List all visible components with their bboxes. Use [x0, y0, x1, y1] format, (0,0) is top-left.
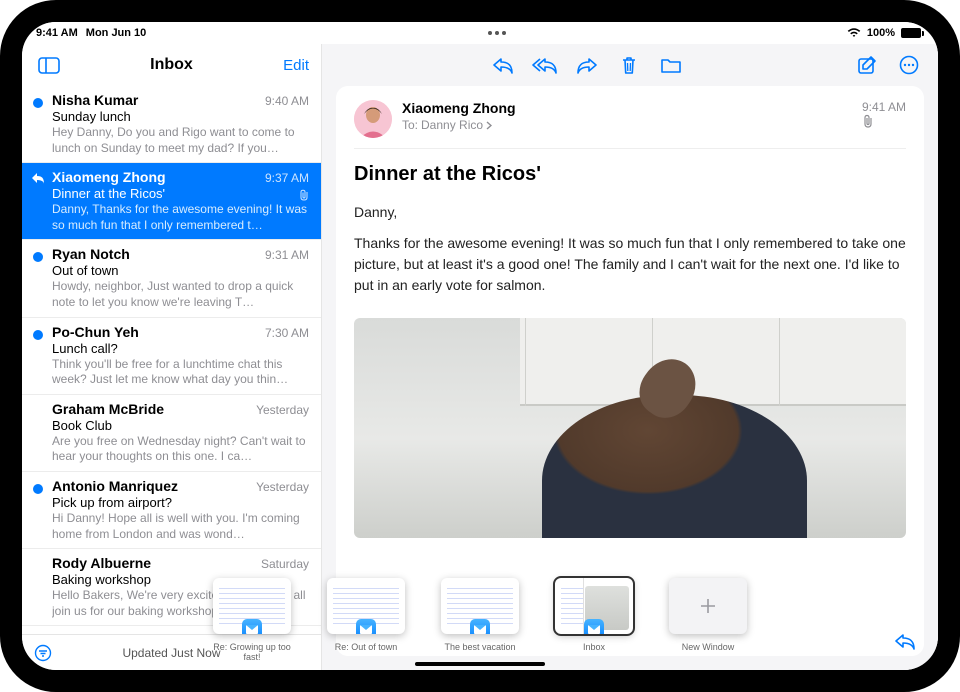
list-preview: Danny, Thanks for the awesome evening! I…: [52, 202, 309, 233]
reply-icon[interactable]: [488, 50, 518, 80]
shelf-item[interactable]: The best vacation: [430, 578, 530, 653]
message-item[interactable]: Graham McBride YesterdayBook ClubAre you …: [22, 395, 321, 472]
main-toolbar: [322, 44, 938, 86]
list-time: 7:30 AM: [265, 326, 309, 340]
to-label: To:: [402, 118, 418, 132]
chevron-right-icon: [486, 121, 492, 130]
recipient-name: Danny Rico: [421, 118, 483, 132]
list-subject: Out of town: [52, 263, 309, 278]
list-time: 9:31 AM: [265, 248, 309, 262]
attachment-icon: [299, 189, 309, 201]
list-preview: Hey Danny, Do you and Rigo want to come …: [52, 125, 309, 156]
sidebar-toggle-icon[interactable]: [34, 50, 64, 80]
battery-percent-label: 100%: [867, 27, 895, 39]
replied-icon: [31, 172, 45, 184]
list-subject: Sunday lunch: [52, 109, 309, 124]
move-folder-icon[interactable]: [656, 50, 686, 80]
unread-dot-icon: [33, 330, 43, 340]
mail-app-icon: [470, 619, 490, 634]
home-indicator[interactable]: [415, 662, 545, 666]
message-title: Dinner at the Ricos': [354, 163, 906, 186]
list-time: 9:37 AM: [265, 171, 309, 185]
inbox-title: Inbox: [22, 56, 321, 74]
list-sender: Po-Chun Yeh: [52, 324, 257, 340]
compose-icon[interactable]: [852, 50, 882, 80]
list-time: Yesterday: [256, 403, 309, 417]
trash-icon[interactable]: [614, 50, 644, 80]
mail-app-icon: [356, 619, 376, 634]
body-greeting: Danny,: [354, 202, 906, 223]
viewer-time: 9:41 AM: [862, 100, 906, 114]
quick-reply-icon[interactable]: [890, 626, 920, 656]
photo-attachment[interactable]: [354, 318, 906, 538]
window-thumb: [555, 578, 633, 634]
window-thumb: [327, 578, 405, 634]
list-sender: Antonio Manriquez: [52, 478, 248, 494]
battery-icon: [901, 28, 924, 38]
shelf-label: Re: Growing up too fast!: [212, 643, 292, 663]
message-list: Nisha Kumar 9:40 AMSunday lunchHey Danny,…: [22, 86, 321, 634]
shelf-label: New Window: [682, 643, 735, 653]
window-thumb: [441, 578, 519, 634]
list-subject: Dinner at the Ricos': [52, 186, 309, 201]
shelf-item[interactable]: Re: Out of town: [316, 578, 416, 653]
list-preview: Think you'll be free for a lunchtime cha…: [52, 357, 309, 388]
message-item[interactable]: Po-Chun Yeh 7:30 AMLunch call?Think you'l…: [22, 318, 321, 395]
unread-dot-icon: [33, 98, 43, 108]
shelf-label: Re: Out of town: [335, 643, 398, 653]
sidebar: Inbox Edit Nisha Kumar 9:40 AMSunday lunc…: [22, 44, 322, 670]
body-text: Thanks for the awesome evening! It was s…: [354, 233, 906, 296]
message-body: Danny, Thanks for the awesome evening! I…: [354, 202, 906, 306]
list-sender: Rody Albuerne: [52, 555, 253, 571]
list-time: Yesterday: [256, 480, 309, 494]
forward-icon[interactable]: [572, 50, 602, 80]
list-subject: Pick up from airport?: [52, 495, 309, 510]
wifi-icon: [847, 28, 861, 38]
shelf-label: The best vacation: [444, 643, 515, 653]
unread-dot-icon: [33, 252, 43, 262]
date-label: Mon Jun 10: [86, 27, 147, 39]
message-item[interactable]: Xiaomeng Zhong 9:37 AMDinner at the Ricos…: [22, 163, 321, 240]
shelf-item[interactable]: Re: Growing up too fast!: [202, 578, 302, 663]
mail-app-icon: [584, 619, 604, 634]
list-subject: Book Club: [52, 418, 309, 433]
main-pane: Xiaomeng Zhong To: Danny Rico 9:41 AM: [322, 44, 938, 670]
message-item[interactable]: Antonio Manriquez YesterdayPick up from a…: [22, 472, 321, 549]
clock-label: 9:41 AM: [36, 27, 78, 39]
multitasking-dots[interactable]: [146, 31, 847, 35]
sender-avatar[interactable]: [354, 100, 392, 138]
edit-button[interactable]: Edit: [283, 57, 309, 74]
shelf-label: Inbox: [583, 643, 605, 653]
mail-app-icon: [242, 619, 262, 634]
list-sender: Nisha Kumar: [52, 92, 257, 108]
attachment-icon: [862, 114, 906, 128]
list-sender: Ryan Notch: [52, 246, 257, 262]
list-time: Saturday: [261, 557, 309, 571]
reply-all-icon[interactable]: [530, 50, 560, 80]
list-sender: Graham McBride: [52, 401, 248, 417]
window-thumb: [213, 578, 291, 634]
message-view: Xiaomeng Zhong To: Danny Rico 9:41 AM: [336, 86, 924, 656]
list-sender: Xiaomeng Zhong: [52, 169, 257, 185]
recipient-row[interactable]: To: Danny Rico: [402, 118, 852, 132]
list-preview: Hi Danny! Hope all is well with you. I'm…: [52, 511, 309, 542]
unread-dot-icon: [33, 484, 43, 494]
shelf-item[interactable]: Inbox: [544, 578, 644, 653]
new-window-thumb: [669, 578, 747, 634]
status-bar: 9:41 AM Mon Jun 10 100%: [22, 22, 938, 44]
more-icon[interactable]: [894, 50, 924, 80]
viewer-sender-name[interactable]: Xiaomeng Zhong: [402, 100, 852, 116]
app-shelf: Re: Growing up too fast!Re: Out of townT…: [22, 578, 938, 658]
list-subject: Lunch call?: [52, 341, 309, 356]
list-preview: Are you free on Wednesday night? Can't w…: [52, 434, 309, 465]
shelf-item[interactable]: New Window: [658, 578, 758, 653]
list-preview: Howdy, neighbor, Just wanted to drop a q…: [52, 279, 309, 310]
message-item[interactable]: Nisha Kumar 9:40 AMSunday lunchHey Danny,…: [22, 86, 321, 163]
list-time: 9:40 AM: [265, 94, 309, 108]
message-item[interactable]: Ryan Notch 9:31 AMOut of townHowdy, neigh…: [22, 240, 321, 317]
